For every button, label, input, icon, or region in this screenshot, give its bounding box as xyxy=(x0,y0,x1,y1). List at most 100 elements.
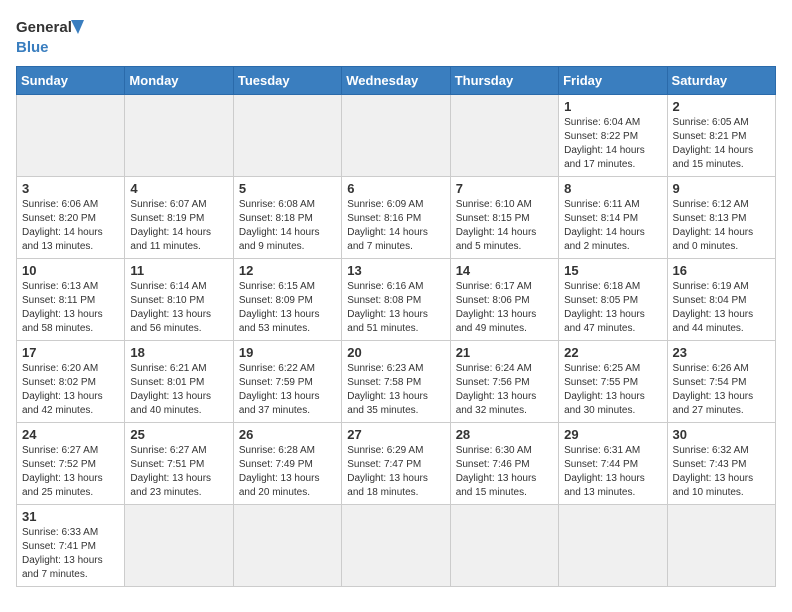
calendar-cell: 20Sunrise: 6:23 AM Sunset: 7:58 PM Dayli… xyxy=(342,341,450,423)
day-info: Sunrise: 6:09 AM Sunset: 8:16 PM Dayligh… xyxy=(347,198,444,254)
col-wednesday: Wednesday xyxy=(342,67,450,95)
day-info: Sunrise: 6:21 AM Sunset: 8:01 PM Dayligh… xyxy=(130,362,227,418)
day-number: 14 xyxy=(456,263,553,278)
day-number: 24 xyxy=(22,427,119,442)
day-info: Sunrise: 6:14 AM Sunset: 8:10 PM Dayligh… xyxy=(130,280,227,336)
day-number: 12 xyxy=(239,263,336,278)
col-sunday: Sunday xyxy=(17,67,125,95)
calendar-cell: 10Sunrise: 6:13 AM Sunset: 8:11 PM Dayli… xyxy=(17,259,125,341)
day-number: 26 xyxy=(239,427,336,442)
day-number: 19 xyxy=(239,345,336,360)
calendar-cell: 9 Sunrise: 6:12 AM Sunset: 8:13 PM Daylig… xyxy=(667,177,775,259)
day-info: Sunrise: 6:26 AM Sunset: 7:54 PM Dayligh… xyxy=(673,362,770,418)
day-info: Sunrise: 6:11 AM Sunset: 8:14 PM Dayligh… xyxy=(564,198,661,254)
day-number: 27 xyxy=(347,427,444,442)
day-number: 8 xyxy=(564,181,661,196)
day-number: 25 xyxy=(130,427,227,442)
calendar-cell xyxy=(125,505,233,587)
calendar-body: 1Sunrise: 6:04 AM Sunset: 8:22 PM Daylig… xyxy=(17,95,776,587)
day-info: Sunrise: 6:27 AM Sunset: 7:52 PM Dayligh… xyxy=(22,444,119,500)
day-number: 31 xyxy=(22,509,119,524)
calendar-cell: 29Sunrise: 6:31 AM Sunset: 7:44 PM Dayli… xyxy=(559,423,667,505)
calendar-table: Sunday Monday Tuesday Wednesday Thursday… xyxy=(16,66,776,587)
day-number: 5 xyxy=(239,181,336,196)
calendar-cell: 18 Sunrise: 6:21 AM Sunset: 8:01 PM Dayli… xyxy=(125,341,233,423)
calendar-cell: 31 Sunrise: 6:33 AM Sunset: 7:41 PM Dayli… xyxy=(17,505,125,587)
day-info: Sunrise: 6:12 AM Sunset: 8:13 PM Dayligh… xyxy=(673,198,770,254)
day-info: Sunrise: 6:19 AM Sunset: 8:04 PM Dayligh… xyxy=(673,280,770,336)
calendar-cell xyxy=(233,505,341,587)
svg-text:Blue: Blue xyxy=(16,39,49,56)
calendar-cell: 26 Sunrise: 6:28 AM Sunset: 7:49 PM Dayli… xyxy=(233,423,341,505)
day-number: 13 xyxy=(347,263,444,278)
calendar-cell: 17 Sunrise: 6:20 AM Sunset: 8:02 PM Dayli… xyxy=(17,341,125,423)
calendar-cell xyxy=(667,505,775,587)
day-number: 15 xyxy=(564,263,661,278)
col-tuesday: Tuesday xyxy=(233,67,341,95)
day-number: 2 xyxy=(673,99,770,114)
day-info: Sunrise: 6:06 AM Sunset: 8:20 PM Dayligh… xyxy=(22,198,119,254)
calendar-cell: 11 Sunrise: 6:14 AM Sunset: 8:10 PM Dayli… xyxy=(125,259,233,341)
calendar-cell xyxy=(559,505,667,587)
calendar-cell: 15 Sunrise: 6:18 AM Sunset: 8:05 PM Dayli… xyxy=(559,259,667,341)
day-info: Sunrise: 6:25 AM Sunset: 7:55 PM Dayligh… xyxy=(564,362,661,418)
calendar-cell: 22 Sunrise: 6:25 AM Sunset: 7:55 PM Dayli… xyxy=(559,341,667,423)
day-number: 28 xyxy=(456,427,553,442)
calendar-cell xyxy=(342,95,450,177)
day-number: 20 xyxy=(347,345,444,360)
logo: General Blue xyxy=(16,16,96,56)
calendar-cell xyxy=(233,95,341,177)
day-info: Sunrise: 6:31 AM Sunset: 7:44 PM Dayligh… xyxy=(564,444,661,500)
day-info: Sunrise: 6:24 AM Sunset: 7:56 PM Dayligh… xyxy=(456,362,553,418)
calendar-cell xyxy=(17,95,125,177)
calendar-cell: 6Sunrise: 6:09 AM Sunset: 8:16 PM Daylig… xyxy=(342,177,450,259)
calendar-cell: 28Sunrise: 6:30 AM Sunset: 7:46 PM Dayli… xyxy=(450,423,558,505)
calendar-cell: 3 Sunrise: 6:06 AM Sunset: 8:20 PM Daylig… xyxy=(17,177,125,259)
day-number: 10 xyxy=(22,263,119,278)
col-saturday: Saturday xyxy=(667,67,775,95)
day-number: 23 xyxy=(673,345,770,360)
day-number: 11 xyxy=(130,263,227,278)
day-number: 9 xyxy=(673,181,770,196)
calendar-cell: 27 Sunrise: 6:29 AM Sunset: 7:47 PM Dayli… xyxy=(342,423,450,505)
day-info: Sunrise: 6:04 AM Sunset: 8:22 PM Dayligh… xyxy=(564,116,661,172)
calendar-cell xyxy=(450,505,558,587)
calendar-cell: 24 Sunrise: 6:27 AM Sunset: 7:52 PM Dayli… xyxy=(17,423,125,505)
day-number: 22 xyxy=(564,345,661,360)
day-info: Sunrise: 6:16 AM Sunset: 8:08 PM Dayligh… xyxy=(347,280,444,336)
col-friday: Friday xyxy=(559,67,667,95)
day-number: 3 xyxy=(22,181,119,196)
generalblue-logo-icon: General Blue xyxy=(16,16,96,56)
day-number: 4 xyxy=(130,181,227,196)
calendar-cell: 19Sunrise: 6:22 AM Sunset: 7:59 PM Dayli… xyxy=(233,341,341,423)
calendar-cell: 25Sunrise: 6:27 AM Sunset: 7:51 PM Dayli… xyxy=(125,423,233,505)
day-info: Sunrise: 6:15 AM Sunset: 8:09 PM Dayligh… xyxy=(239,280,336,336)
calendar-cell: 12 Sunrise: 6:15 AM Sunset: 8:09 PM Dayli… xyxy=(233,259,341,341)
calendar-cell: 5 Sunrise: 6:08 AM Sunset: 8:18 PM Daylig… xyxy=(233,177,341,259)
day-number: 30 xyxy=(673,427,770,442)
day-number: 7 xyxy=(456,181,553,196)
calendar-cell: 21Sunrise: 6:24 AM Sunset: 7:56 PM Dayli… xyxy=(450,341,558,423)
day-info: Sunrise: 6:29 AM Sunset: 7:47 PM Dayligh… xyxy=(347,444,444,500)
day-info: Sunrise: 6:20 AM Sunset: 8:02 PM Dayligh… xyxy=(22,362,119,418)
calendar-cell: 8 Sunrise: 6:11 AM Sunset: 8:14 PM Daylig… xyxy=(559,177,667,259)
day-number: 17 xyxy=(22,345,119,360)
day-info: Sunrise: 6:18 AM Sunset: 8:05 PM Dayligh… xyxy=(564,280,661,336)
calendar-cell: 30 Sunrise: 6:32 AM Sunset: 7:43 PM Dayli… xyxy=(667,423,775,505)
calendar-cell xyxy=(125,95,233,177)
day-info: Sunrise: 6:07 AM Sunset: 8:19 PM Dayligh… xyxy=(130,198,227,254)
calendar-cell: 23 Sunrise: 6:26 AM Sunset: 7:54 PM Dayli… xyxy=(667,341,775,423)
calendar-cell xyxy=(342,505,450,587)
calendar-cell: 1Sunrise: 6:04 AM Sunset: 8:22 PM Daylig… xyxy=(559,95,667,177)
calendar-cell: 16 Sunrise: 6:19 AM Sunset: 8:04 PM Dayli… xyxy=(667,259,775,341)
day-number: 16 xyxy=(673,263,770,278)
day-number: 18 xyxy=(130,345,227,360)
calendar-cell: 7Sunrise: 6:10 AM Sunset: 8:15 PM Daylig… xyxy=(450,177,558,259)
header: General Blue xyxy=(16,16,776,56)
calendar-cell: 14Sunrise: 6:17 AM Sunset: 8:06 PM Dayli… xyxy=(450,259,558,341)
day-info: Sunrise: 6:32 AM Sunset: 7:43 PM Dayligh… xyxy=(673,444,770,500)
day-info: Sunrise: 6:33 AM Sunset: 7:41 PM Dayligh… xyxy=(22,526,119,582)
day-info: Sunrise: 6:28 AM Sunset: 7:49 PM Dayligh… xyxy=(239,444,336,500)
day-info: Sunrise: 6:08 AM Sunset: 8:18 PM Dayligh… xyxy=(239,198,336,254)
svg-text:General: General xyxy=(16,19,72,36)
